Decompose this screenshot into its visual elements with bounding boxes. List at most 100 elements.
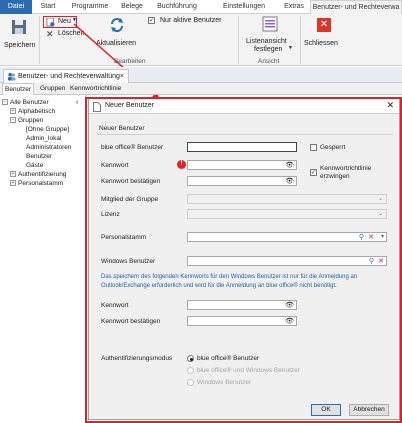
expand-icon[interactable]: + (10, 180, 16, 187)
license-select[interactable]: ⌄ (187, 209, 387, 219)
refresh-button[interactable]: Aktualisieren (96, 16, 138, 50)
tree-item-ohne-gruppe[interactable]: [Ohne Gruppe] (26, 126, 69, 133)
error-icon: ! (177, 160, 186, 169)
clear-icon[interactable]: ✕ (378, 257, 384, 266)
locked-label: Gesperrt (320, 144, 346, 151)
menu-tab-benutzer[interactable]: Benutzer- und Rechteverwa (310, 0, 402, 14)
document-tab[interactable]: Benutzer- und Rechteverwaltung × (3, 69, 129, 83)
menu-tab-belege[interactable]: Belege (116, 0, 148, 14)
expand-icon[interactable]: + (10, 108, 16, 115)
new-label: Neu (58, 18, 71, 25)
menu-tab-datei[interactable]: Datei (0, 0, 32, 14)
menu-tab-buchfuehrung[interactable]: Buchführung (150, 0, 204, 14)
eye-icon[interactable]: 👁 (285, 177, 294, 186)
list-view-label-1: Listenansicht (246, 38, 287, 45)
password-confirm-input[interactable]: 👁 (187, 176, 297, 186)
refresh-label: Aktualisieren (96, 40, 137, 47)
group-label: Mitglied der Gruppe (101, 196, 159, 203)
only-active-label: Nur aktive Benutzer (160, 17, 222, 24)
auth-radio-windows[interactable] (187, 379, 194, 386)
eye-icon[interactable]: 👁 (285, 161, 294, 170)
auth-label: Authentifizierungsmodus (101, 355, 173, 362)
close-ribbon-button[interactable]: ✕ Schliessen (304, 16, 346, 50)
close-ribbon-label: Schliessen (304, 40, 338, 47)
chevron-down-icon: ⌄ (377, 211, 383, 217)
dialog-title: Neuer Benutzer (105, 102, 155, 109)
win-password-label: Kennwort (101, 302, 129, 309)
close-icon: ✕ (317, 18, 331, 32)
tree-item-admin-lokal[interactable]: Admin_lokal (26, 135, 61, 142)
menu-tab-extras[interactable]: Extras (280, 0, 308, 14)
document-icon (93, 102, 101, 112)
section-title: Neuer Benutzer (99, 125, 145, 132)
password-label: Kennwort (101, 162, 129, 169)
expand-icon[interactable]: + (10, 171, 16, 178)
tree-item-gruppen[interactable]: − Gruppen (10, 117, 43, 124)
tree-item-gaeste[interactable]: Gäste (26, 162, 43, 169)
only-active-checkbox[interactable]: ✓ Nur aktive Benutzer (148, 17, 228, 27)
search-icon[interactable]: ⚲ (359, 233, 364, 242)
license-label: Lizenz (101, 211, 120, 218)
document-tab-title: Benutzer- und Rechteverwaltung (18, 73, 120, 80)
delete-button[interactable]: ✕ Löschen (46, 29, 86, 40)
user-label: blue office® Benutzer (101, 144, 164, 151)
users-icon (7, 72, 16, 81)
tab-kennwortrichtlinie[interactable]: Kennwortrichtlinie (68, 83, 123, 95)
list-view-button[interactable]: Listenansicht festlegen ▼ (246, 16, 294, 58)
tree-item-administratoren[interactable]: Administratoren (26, 144, 72, 151)
group-label-edit: Bearbeiten (114, 58, 146, 65)
win-password-confirm-input[interactable]: 👁 (187, 316, 297, 326)
new-user-dialog: Neuer Benutzer ✕ Neuer Benutzer blue off… (88, 98, 400, 420)
auth-option-windows: Windows Benutzer (197, 379, 252, 386)
ok-button[interactable]: OK (311, 404, 341, 416)
tree-item-personalstamm[interactable]: + Personalstamm (10, 180, 63, 187)
close-icon[interactable]: ✕ (386, 100, 394, 111)
tree-item-benutzer[interactable]: Benutzer (26, 153, 52, 160)
eye-icon[interactable]: 👁 (285, 301, 294, 310)
user-input[interactable] (187, 142, 297, 152)
section-divider (97, 134, 393, 135)
eye-icon[interactable]: 👁 (285, 317, 294, 326)
cancel-button[interactable]: Abbrechen (349, 404, 389, 416)
user-tree: − Alle Benutzer ‹ + Alphabetisch − Gruppen … (0, 95, 86, 423)
save-button[interactable]: Speichern (2, 16, 36, 56)
auth-radio-blue-office[interactable] (187, 355, 194, 362)
menu-tab-start[interactable]: Start (34, 0, 62, 14)
tree-item-authentifizierung[interactable]: + Authentifizierung (10, 171, 66, 178)
chevron-down-icon: ▼ (288, 45, 293, 51)
new-button[interactable]: Neu ▼ (43, 16, 77, 28)
close-tab-icon[interactable]: × (120, 70, 124, 83)
info-text: Das speichern des folgenden Kennworts fü… (101, 274, 358, 289)
tree-item-root[interactable]: − Alle Benutzer (2, 99, 49, 106)
policy-label-2: erzwingen (320, 173, 350, 180)
chevron-left-icon[interactable]: ‹ (76, 99, 78, 106)
delete-label: Löschen (58, 30, 85, 37)
chevron-down-icon[interactable]: ▾ (381, 233, 384, 242)
document-tab-bar: Benutzer- und Rechteverwaltung × (0, 67, 402, 83)
tab-benutzer[interactable]: Benutzer (2, 83, 35, 95)
menu-tab-einstellungen[interactable]: Einstellungen (218, 0, 270, 14)
password-input[interactable]: 👁 (187, 160, 297, 170)
refresh-icon (111, 18, 123, 32)
auth-option-blue-office: blue office® Benutzer (197, 355, 260, 362)
personnel-input[interactable]: ⚲ ✕ ▾ (187, 232, 387, 242)
win-password-input[interactable]: 👁 (187, 300, 297, 310)
ribbon: Speichern Neu ▼ ✕ Löschen Aktualisieren … (0, 14, 402, 66)
search-icon[interactable]: ⚲ (369, 257, 374, 266)
locked-checkbox[interactable] (310, 144, 317, 151)
collapse-icon[interactable]: − (10, 117, 16, 124)
group-select[interactable]: ⌄ (187, 194, 387, 204)
policy-checkbox[interactable]: ✓ (310, 169, 317, 176)
clear-icon[interactable]: ✕ (368, 233, 374, 242)
save-icon (12, 20, 26, 34)
menu-tab-programme[interactable]: Programme (68, 0, 112, 14)
auth-radio-blue-office-windows[interactable] (187, 367, 194, 374)
tab-gruppen[interactable]: Gruppen (38, 83, 67, 95)
group-label-view: Ansicht (258, 58, 280, 65)
list-view-icon (262, 16, 278, 32)
tree-item-alphabetisch[interactable]: + Alphabetisch (10, 108, 55, 115)
windows-user-input[interactable]: ⚲ ✕ (187, 256, 387, 266)
delete-icon: ✕ (46, 29, 54, 39)
list-view-label-2: festlegen (254, 46, 283, 53)
collapse-icon[interactable]: − (2, 99, 8, 106)
